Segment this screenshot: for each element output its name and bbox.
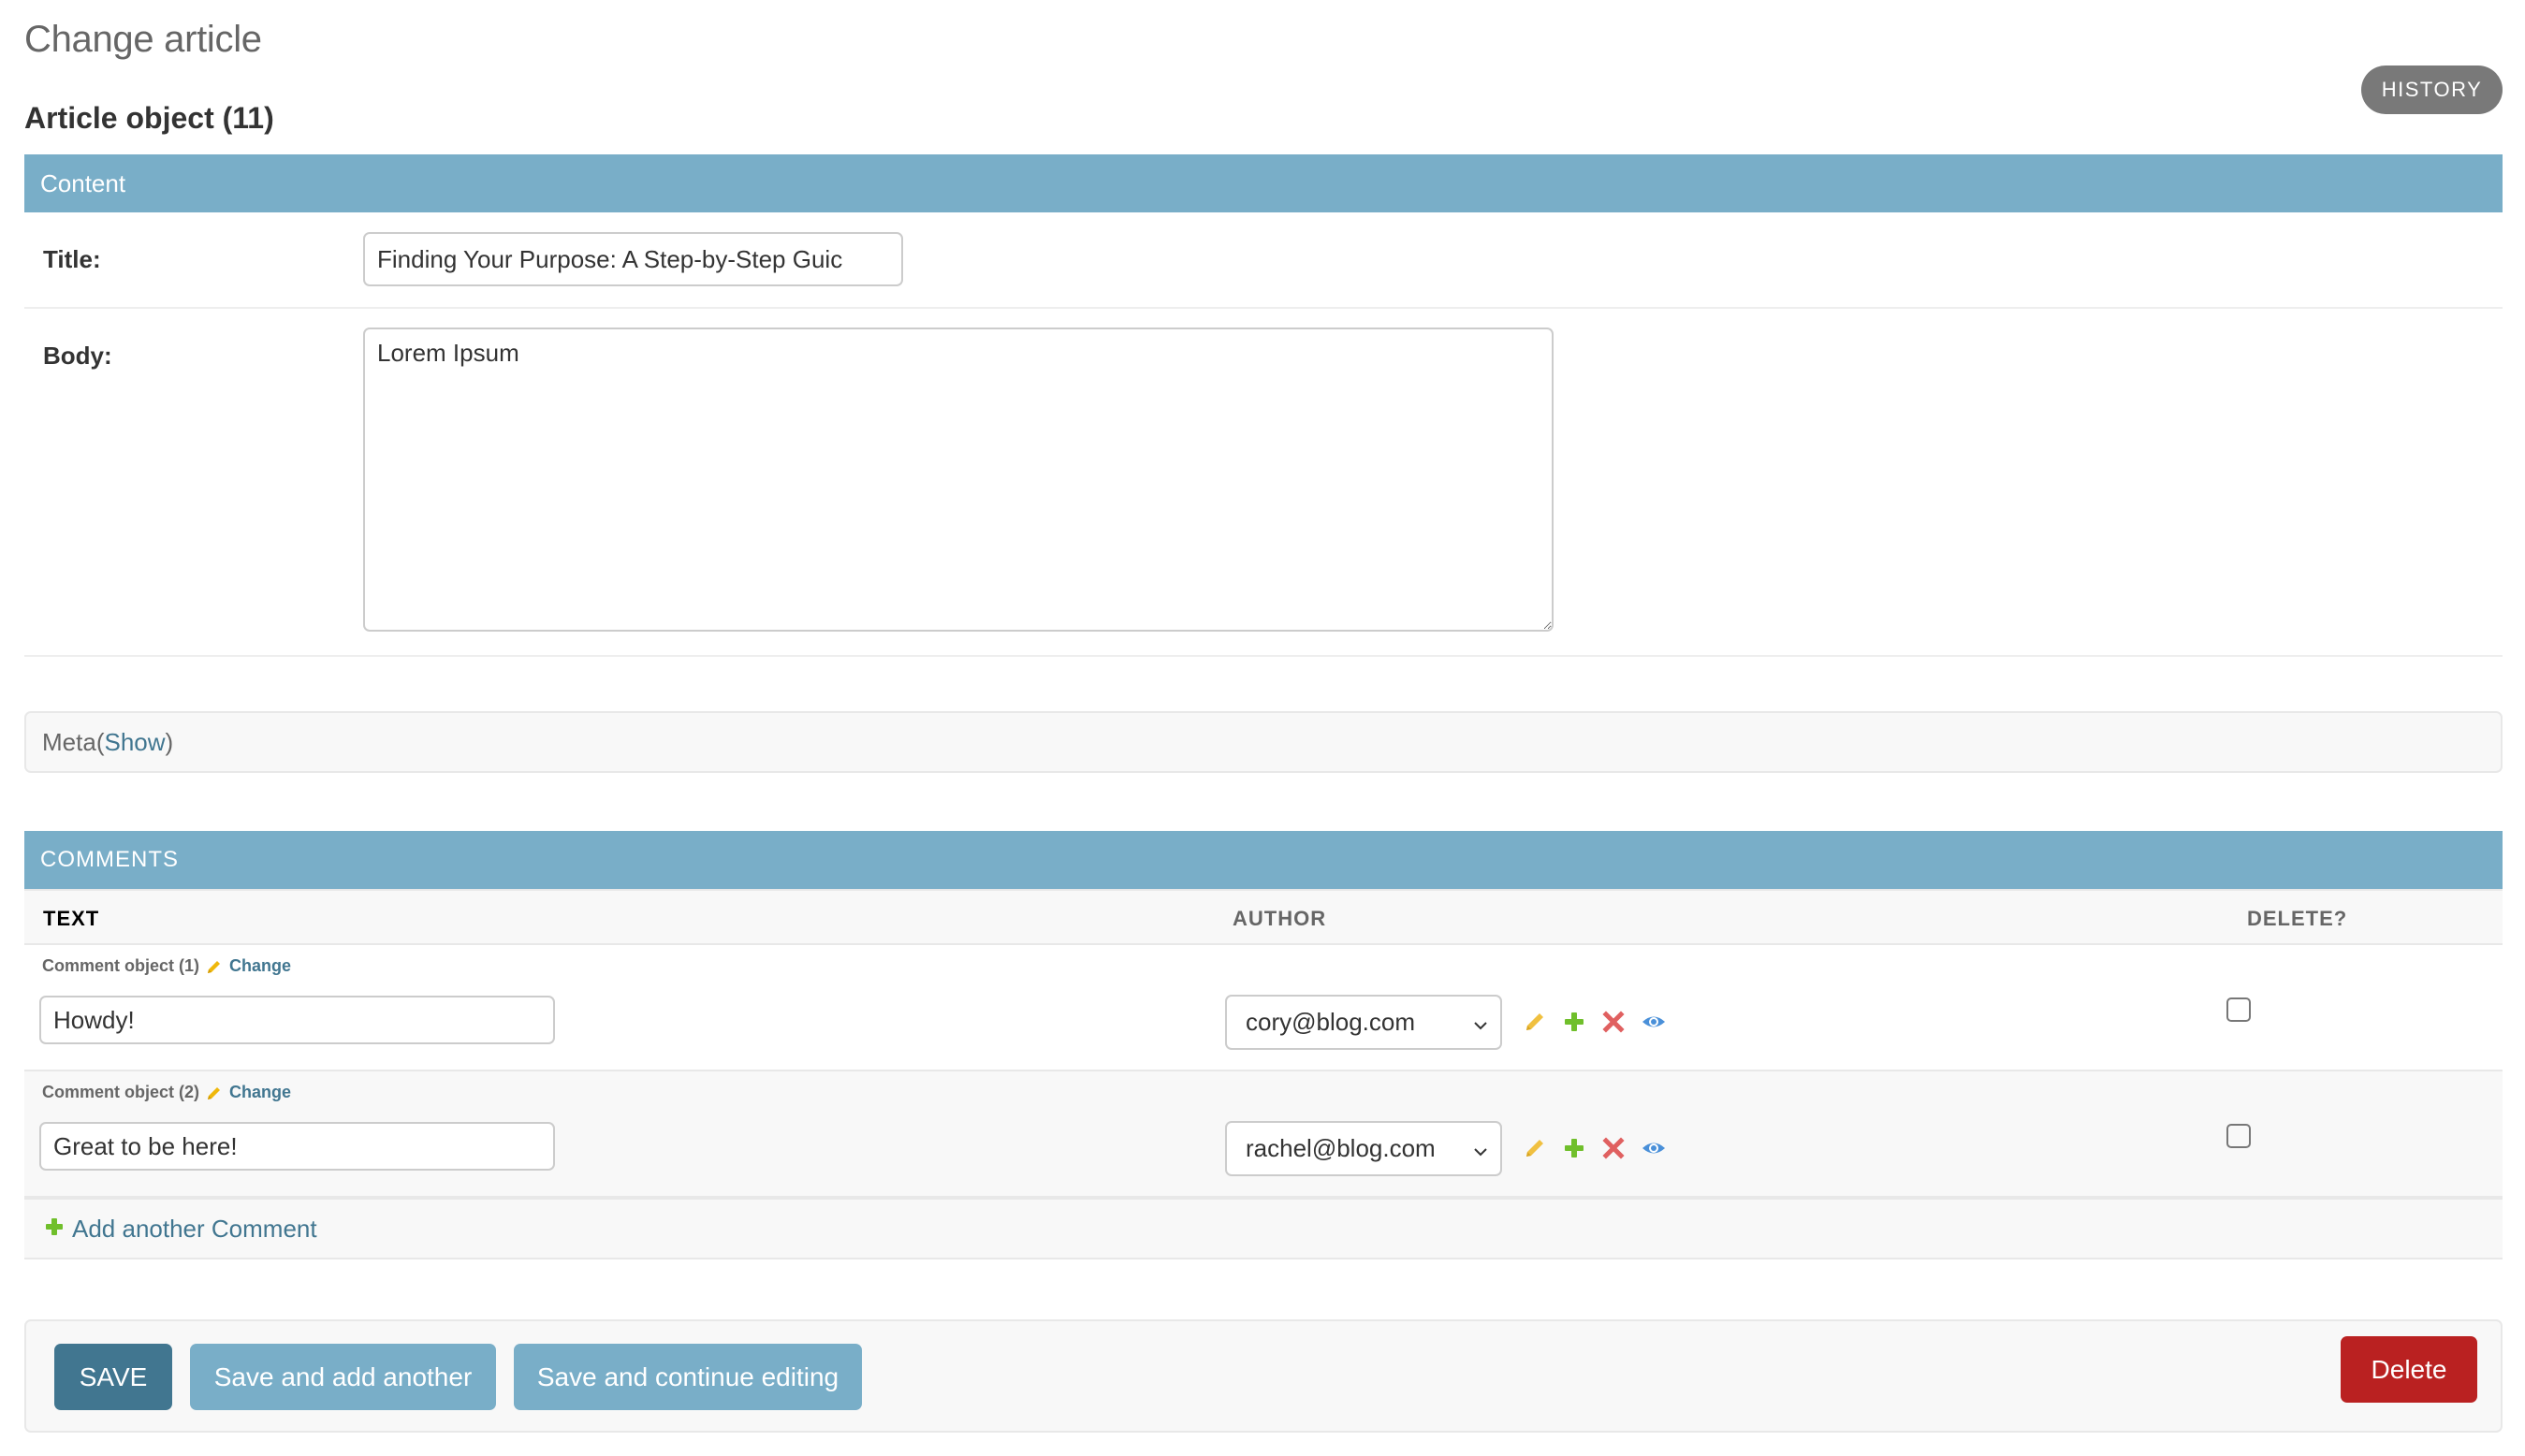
comment-object-label: Comment object (2) [42, 1083, 200, 1101]
edit-related-pencil-icon[interactable] [1523, 1010, 1547, 1034]
add-another-row: Add another Comment [24, 1198, 2503, 1259]
meta-collapsed-section: Meta (Show) [24, 711, 2503, 773]
body-label: Body: [43, 342, 112, 370]
body-textarea[interactable]: Lorem Ipsum [363, 328, 1554, 632]
delete-button[interactable]: Delete [2341, 1336, 2477, 1403]
meta-label: Meta [42, 727, 96, 756]
comment-change-link[interactable]: Change [229, 1083, 291, 1102]
author-select-value: cory@blog.com [1246, 1008, 1416, 1036]
comment-object-label: Comment object (1) [42, 956, 200, 975]
related-widget-icons [1523, 1136, 1665, 1160]
title-form-row: Title: [24, 212, 2503, 309]
comment-caption: Comment object (1) Change [42, 956, 291, 976]
save-button[interactable]: Save [54, 1344, 172, 1410]
submit-row: Save Save and add another Save and conti… [24, 1319, 2503, 1433]
pencil-icon [205, 1084, 224, 1102]
author-select-value: rachel@blog.com [1246, 1134, 1436, 1162]
edit-related-pencil-icon[interactable] [1523, 1136, 1547, 1160]
meta-open-paren: ( [95, 727, 105, 756]
delete-checkbox[interactable] [2226, 1124, 2251, 1148]
object-title: Article object (11) [24, 101, 274, 135]
delete-related-x-icon[interactable] [1601, 1136, 1626, 1160]
body-form-row: Body: Lorem Ipsum [24, 309, 2503, 657]
comment-text-input[interactable] [39, 1122, 555, 1171]
author-select[interactable]: rachel@blog.com [1225, 1121, 1502, 1176]
view-related-eye-icon[interactable] [1641, 1010, 1665, 1034]
chevron-down-icon [1470, 1013, 1491, 1042]
comment-change-link[interactable]: Change [229, 956, 291, 976]
meta-show-link[interactable]: Show [104, 728, 165, 757]
content-section-header: Content [24, 154, 2503, 212]
chevron-down-icon [1470, 1140, 1491, 1169]
delete-related-x-icon[interactable] [1601, 1010, 1626, 1034]
comment-text-input[interactable] [39, 996, 555, 1044]
author-select[interactable]: cory@blog.com [1225, 995, 1502, 1050]
comment-row: Comment object (1) Change cory@blog.com [24, 945, 2503, 1071]
add-related-plus-icon[interactable] [1562, 1010, 1586, 1034]
title-input[interactable] [363, 232, 903, 286]
add-another-comment-link[interactable]: Add another Comment [72, 1215, 317, 1244]
save-and-add-another-button[interactable]: Save and add another [190, 1344, 496, 1410]
comment-row: Comment object (2) Change rachel@blog.co… [24, 1071, 2503, 1198]
column-header-author: Author [1233, 907, 1327, 930]
plus-icon [44, 1216, 65, 1242]
title-label: Title: [43, 245, 101, 273]
comments-section-header: Comments [24, 831, 2503, 889]
meta-close-paren: ) [165, 727, 174, 756]
page-title: Change article [24, 19, 262, 60]
save-and-continue-button[interactable]: Save and continue editing [514, 1344, 862, 1410]
column-header-delete: Delete? [2247, 907, 2348, 930]
add-related-plus-icon[interactable] [1562, 1136, 1586, 1160]
delete-checkbox[interactable] [2226, 997, 2251, 1022]
related-widget-icons [1523, 1010, 1665, 1034]
history-button[interactable]: History [2361, 66, 2503, 114]
column-header-text: Text [43, 907, 100, 930]
comment-caption: Comment object (2) Change [42, 1083, 291, 1102]
pencil-icon [205, 957, 224, 976]
view-related-eye-icon[interactable] [1641, 1136, 1665, 1160]
comments-column-headers: Text Author Delete? [24, 889, 2503, 945]
